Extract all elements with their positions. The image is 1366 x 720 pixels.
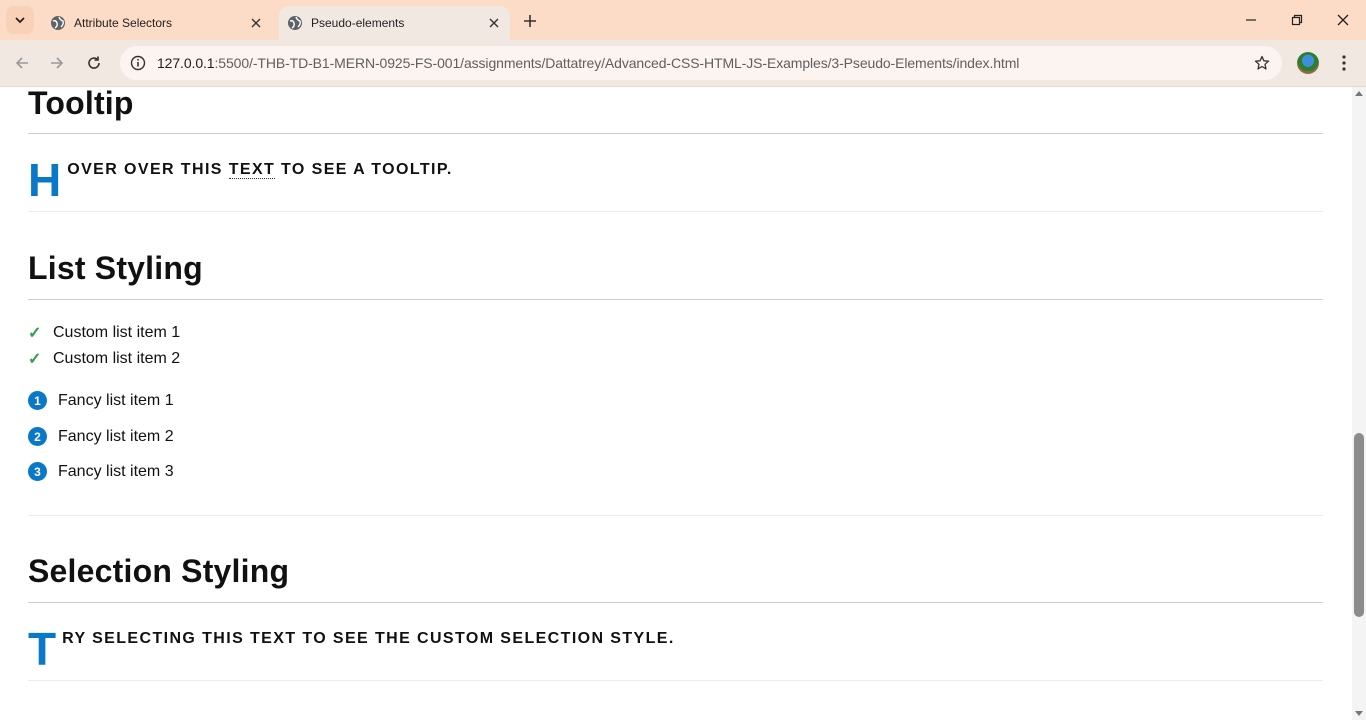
list-item-label: Custom list item 1 [53, 324, 181, 341]
section-separator [28, 211, 1323, 212]
close-icon[interactable] [484, 13, 504, 33]
list-item: 3 Fancy list item 3 [28, 462, 174, 481]
selection-paragraph[interactable]: T ry selecting this text to see the cust… [28, 626, 675, 672]
page-viewport: Tooltip H over over this text to see a t… [0, 87, 1352, 720]
list-item-label: Fancy list item 2 [58, 427, 174, 445]
section-selection-styling: Selection Styling [28, 553, 1323, 590]
globe-icon [50, 15, 66, 31]
number-badge: 3 [28, 462, 47, 481]
address-bar[interactable]: 127.0.0.1:5500/-THB-TD-B1-MERN-0925-FS-0… [120, 46, 1282, 80]
arrow-left-icon [15, 57, 28, 69]
chevron-down-icon [15, 17, 25, 24]
text-segment: to see a tooltip. [275, 161, 453, 178]
tooltip-paragraph-text: over over this text to see a tooltip. [67, 157, 453, 179]
list-item: 2 Fancy list item 2 [28, 427, 174, 446]
divider [28, 602, 1323, 603]
tab-pseudo-elements[interactable]: Pseudo-elements [279, 6, 510, 40]
section-list-styling: List Styling [28, 250, 1323, 287]
number-badge: 1 [28, 391, 47, 410]
close-window-button[interactable] [1320, 0, 1366, 40]
page-scrollbar[interactable] [1352, 87, 1366, 720]
kebab-menu-icon [1342, 55, 1346, 71]
list-item-label: Fancy list item 1 [58, 391, 174, 409]
close-icon [1337, 14, 1349, 26]
divider [28, 133, 1323, 134]
info-icon [130, 55, 146, 71]
url-text[interactable]: 127.0.0.1:5500/-THB-TD-B1-MERN-0925-FS-0… [157, 55, 1019, 71]
minimize-icon [1246, 19, 1256, 21]
list-item-label: Custom list item 2 [53, 350, 181, 367]
tab-attribute-selectors[interactable]: Attribute Selectors [40, 6, 272, 40]
globe-icon [287, 15, 303, 31]
section-separator [28, 515, 1323, 516]
reload-button[interactable] [79, 48, 109, 78]
bookmark-button[interactable] [1252, 53, 1272, 73]
dropcap-letter: T [28, 623, 57, 675]
star-icon [1254, 55, 1270, 70]
section-tooltip: Tooltip [28, 87, 1323, 122]
plus-icon [524, 15, 536, 27]
checkmark-icon: ✓ [28, 325, 42, 342]
tab-strip: Attribute Selectors Pseudo-elements [0, 0, 1366, 40]
divider [28, 299, 1323, 300]
list-item: ✓ Custom list item 2 [28, 349, 180, 369]
browser-menu-button[interactable] [1334, 52, 1354, 74]
list-item: 1 Fancy list item 1 [28, 391, 174, 410]
tab-search-button[interactable] [6, 6, 34, 34]
dropcap-letter: H [28, 154, 62, 206]
url-path: :5500/-THB-TD-B1-MERN-0925-FS-001/assign… [214, 55, 1020, 71]
scroll-down-arrow-icon[interactable] [1355, 711, 1363, 716]
tooltip-paragraph: H over over this text to see a tooltip. [28, 157, 453, 203]
tab-title: Attribute Selectors [74, 16, 173, 30]
new-tab-button[interactable] [518, 9, 542, 33]
site-info-button[interactable] [125, 50, 151, 76]
arrow-right-icon [51, 57, 64, 69]
checkmark-icon: ✓ [28, 351, 42, 368]
section-heading-selection-styling: Selection Styling [28, 553, 290, 589]
selection-paragraph-text[interactable]: ry selecting this text to see the custom… [62, 626, 675, 648]
number-badge: 2 [28, 427, 47, 446]
list-item-label: Fancy list item 3 [58, 462, 174, 480]
text-segment: over over this [67, 161, 229, 178]
close-icon[interactable] [246, 13, 266, 33]
section-heading-tooltip: Tooltip [28, 87, 134, 121]
list-item: ✓ Custom list item 1 [28, 323, 180, 343]
scroll-up-arrow-icon[interactable] [1355, 91, 1363, 96]
restore-icon [1291, 14, 1303, 26]
back-button[interactable] [7, 48, 37, 78]
profile-avatar[interactable] [1297, 52, 1319, 74]
reload-icon [88, 56, 100, 69]
restore-button[interactable] [1274, 0, 1320, 40]
browser-toolbar: 127.0.0.1:5500/-THB-TD-B1-MERN-0925-FS-0… [0, 40, 1366, 87]
scrollbar-thumb[interactable] [1354, 433, 1364, 617]
minimize-button[interactable] [1228, 0, 1274, 40]
url-host: 127.0.0.1 [157, 55, 215, 71]
section-heading-list-styling: List Styling [28, 250, 203, 286]
tab-title: Pseudo-elements [311, 16, 405, 30]
forward-button[interactable] [42, 48, 72, 78]
tooltip-trigger[interactable]: text [228, 161, 276, 179]
section-separator [28, 680, 1323, 681]
